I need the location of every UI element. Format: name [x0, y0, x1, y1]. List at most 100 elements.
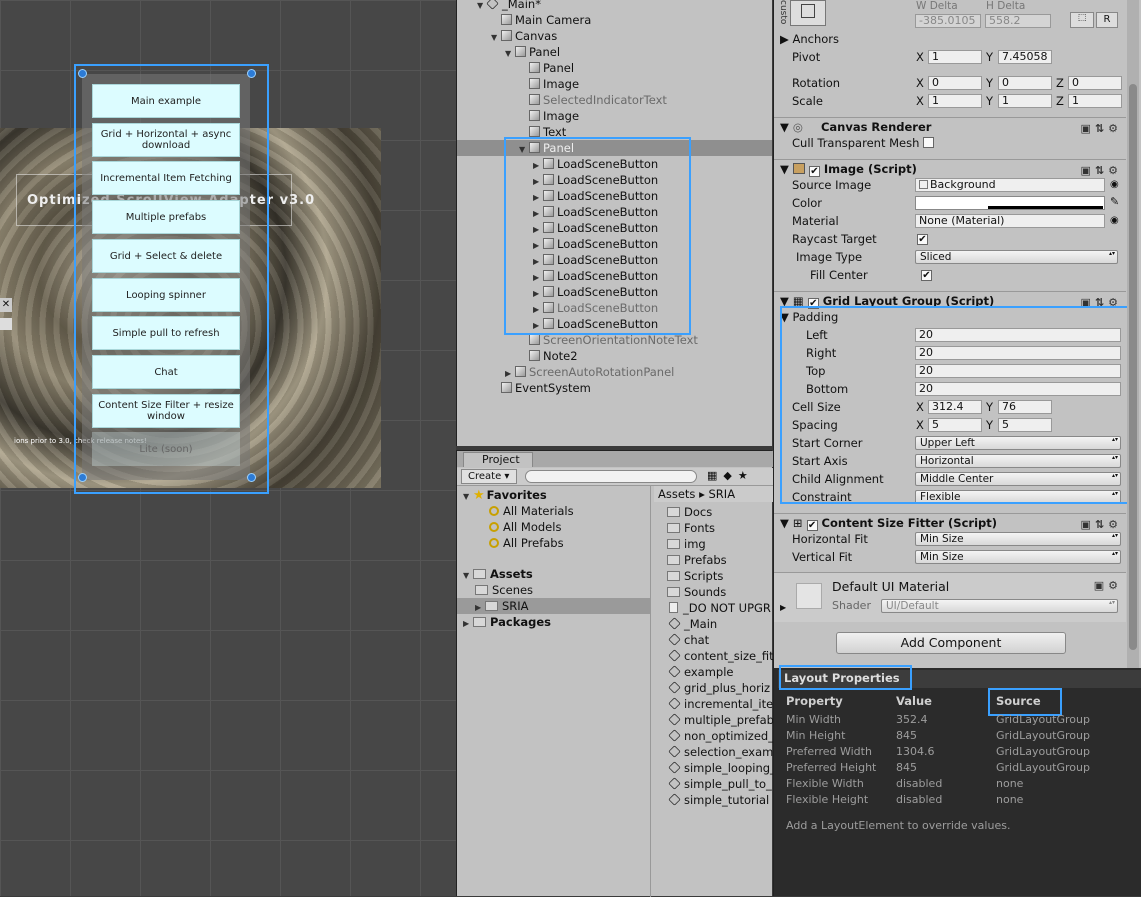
project-panel[interactable]: Project Create ▾ ▦◆★ ▼ ★ Favorites All Mat…: [456, 450, 776, 897]
eyedropper-icon[interactable]: ✎: [1110, 195, 1119, 208]
pivot-x-field[interactable]: 1: [928, 50, 982, 64]
selection-rect[interactable]: [74, 64, 269, 494]
expand-arrow-icon[interactable]: ▼: [491, 30, 501, 46]
project-file-item[interactable]: simple_pull_to_: [668, 776, 772, 792]
scrollbar-thumb[interactable]: [1129, 84, 1137, 650]
source-image-field[interactable]: Background: [915, 178, 1105, 192]
material-field[interactable]: None (Material): [915, 214, 1105, 228]
project-folder-item[interactable]: Scripts: [667, 568, 723, 584]
rotation-x-field[interactable]: 0: [928, 76, 982, 90]
filter-icons[interactable]: ▦◆★: [707, 469, 754, 482]
blueprint-button[interactable]: ⬚: [1070, 12, 1094, 28]
image-type-dropdown[interactable]: Sliced: [915, 250, 1118, 264]
raw-edit-button[interactable]: R: [1096, 12, 1118, 28]
project-file-item[interactable]: non_optimized_: [668, 728, 774, 744]
favorite-all-models[interactable]: All Models: [489, 519, 561, 535]
cull-transparent-label: Cull Transparent Mesh: [792, 135, 935, 151]
favorite-all-materials[interactable]: All Materials: [489, 503, 574, 519]
scene-view[interactable]: Optimized ScrollView Adapter v3.0 ions p…: [0, 0, 456, 896]
project-splitter[interactable]: [650, 486, 651, 897]
shader-dropdown[interactable]: UI/Default: [881, 599, 1118, 613]
tab-project[interactable]: Project: [463, 452, 533, 467]
favorites-header[interactable]: ▼ ★ Favorites: [463, 487, 547, 503]
h-delta-field[interactable]: 558.2: [985, 14, 1051, 28]
folder-sria[interactable]: ▶ SRIA: [457, 598, 650, 614]
scale-x-field[interactable]: 1: [928, 94, 982, 108]
hierarchy-item[interactable]: Image: [519, 76, 579, 92]
custom-label: custo: [778, 0, 788, 25]
object-picker-icon[interactable]: ◉: [1110, 179, 1119, 190]
add-component-button[interactable]: Add Component: [836, 632, 1066, 654]
rotation-z-field[interactable]: 0: [1068, 76, 1122, 90]
packages-header[interactable]: ▶ Packages: [463, 614, 551, 630]
expand-arrow-icon[interactable]: ▼: [505, 46, 515, 62]
search-input[interactable]: [525, 470, 697, 483]
fitter-icon: ⊞: [792, 516, 803, 530]
raycast-checkbox[interactable]: ✔: [917, 234, 928, 245]
hierarchy-item[interactable]: Panel: [519, 60, 574, 76]
fill-center-checkbox[interactable]: ✔: [921, 270, 932, 281]
object-picker-icon[interactable]: ◉: [1110, 215, 1119, 226]
chevron-down-icon[interactable]: [0, 318, 12, 330]
resize-handle-br[interactable]: [247, 473, 256, 482]
vertical-fit-dropdown[interactable]: Min Size: [915, 550, 1121, 564]
unity-scene-icon: [668, 697, 681, 710]
image-enabled-checkbox[interactable]: ✔: [808, 166, 820, 177]
create-button[interactable]: Create ▾: [461, 469, 517, 484]
folder-scenes[interactable]: Scenes: [475, 582, 533, 598]
hierarchy-item[interactable]: SelectedIndicatorText: [519, 92, 667, 108]
project-file-item[interactable]: example: [668, 664, 734, 680]
close-icon[interactable]: ✕: [0, 298, 12, 312]
hierarchy-item[interactable]: EventSystem: [491, 380, 591, 396]
scale-y-field[interactable]: 1: [998, 94, 1052, 108]
project-file-item[interactable]: simple_looping_: [668, 760, 776, 776]
canvas-renderer-header[interactable]: ▼ ◎ Canvas Renderer ▣⇅⚙: [774, 117, 1126, 135]
project-file-item[interactable]: grid_plus_horiz: [668, 680, 770, 696]
project-file-item[interactable]: chat: [668, 632, 710, 648]
hierarchy-item[interactable]: ▼ Panel: [505, 44, 560, 60]
project-folder-item[interactable]: Sounds: [667, 584, 726, 600]
project-file-item[interactable]: incremental_ite: [668, 696, 773, 712]
project-folder-item[interactable]: Fonts: [667, 520, 715, 536]
hierarchy-item[interactable]: Image: [519, 108, 579, 124]
expand-arrow-icon[interactable]: ▼: [477, 0, 487, 14]
project-folder-item[interactable]: Docs: [667, 504, 712, 520]
project-folder-item[interactable]: img: [667, 536, 706, 552]
expand-arrow-icon[interactable]: ▶: [780, 603, 786, 612]
project-file-item[interactable]: _DO NOT UPGR: [669, 600, 771, 616]
project-file-item[interactable]: _Main: [668, 616, 717, 632]
hierarchy-item[interactable]: ▶ ScreenAutoRotationPanel: [505, 364, 674, 380]
fitter-enabled-checkbox[interactable]: ✔: [806, 520, 818, 531]
project-file-label: example: [684, 665, 734, 679]
anchors-foldout[interactable]: ▶ Anchors: [780, 31, 839, 47]
unity-scene-icon: [668, 793, 681, 806]
resize-handle-tl[interactable]: [78, 69, 87, 78]
color-swatch[interactable]: [915, 196, 1105, 210]
resize-handle-bl[interactable]: [78, 473, 87, 482]
hierarchy-root[interactable]: ▼ _Main*: [477, 0, 541, 12]
content-size-fitter-header[interactable]: ▼ ⊞ ✔ Content Size Fitter (Script) ▣⇅⚙: [774, 513, 1126, 531]
hierarchy-item[interactable]: ▼ Canvas: [491, 28, 557, 44]
favorite-all-prefabs[interactable]: All Prefabs: [489, 535, 564, 551]
hierarchy-item[interactable]: Note2: [519, 348, 578, 364]
horizontal-fit-dropdown[interactable]: Min Size: [915, 532, 1121, 546]
rotation-y-field[interactable]: 0: [998, 76, 1052, 90]
project-file-label: chat: [684, 633, 710, 647]
scale-z-field[interactable]: 1: [1068, 94, 1122, 108]
pivot-y-field[interactable]: 7.45058: [998, 50, 1052, 64]
cull-checkbox[interactable]: [923, 137, 935, 148]
component-menu-icons[interactable]: ▣⇅⚙: [1081, 120, 1122, 138]
hierarchy-item[interactable]: Main Camera: [491, 12, 591, 28]
breadcrumb[interactable]: Assets ▸ SRIA: [654, 486, 773, 502]
image-component-header[interactable]: ▼ ✔ Image (Script) ▣⇅⚙: [774, 159, 1126, 177]
w-delta-field[interactable]: -385.0105: [915, 14, 981, 28]
component-menu-icons[interactable]: ▣⚙: [1094, 579, 1122, 592]
project-file-item[interactable]: selection_exam: [668, 744, 773, 760]
resize-handle-tr[interactable]: [247, 69, 256, 78]
project-folder-item[interactable]: Prefabs: [667, 552, 727, 568]
project-file-item[interactable]: multiple_prefab: [668, 712, 774, 728]
anchor-preset-button[interactable]: [790, 0, 826, 26]
project-file-item[interactable]: simple_tutorial: [668, 792, 769, 808]
assets-header[interactable]: ▼ Assets: [463, 566, 533, 582]
project-file-item[interactable]: content_size_fit: [668, 648, 774, 664]
